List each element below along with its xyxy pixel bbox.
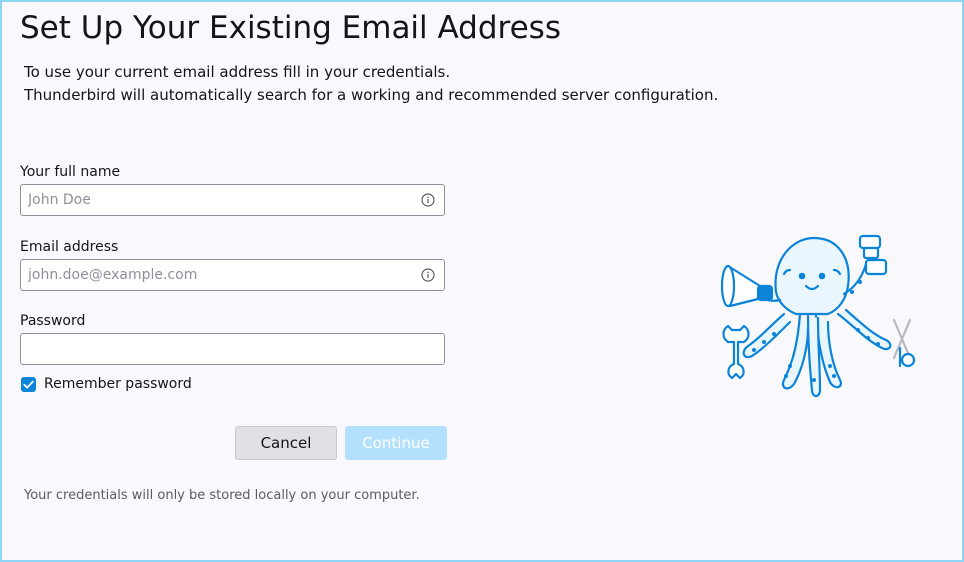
full-name-field-box: [20, 184, 445, 216]
intro-line-1: To use your current email address fill i…: [24, 63, 451, 81]
password-input[interactable]: [21, 334, 444, 364]
cancel-button[interactable]: Cancel: [235, 426, 337, 460]
email-field-box: [20, 259, 445, 291]
account-setup-panel: Set Up Your Existing Email Address To us…: [0, 0, 964, 562]
page-title: Set Up Your Existing Email Address: [20, 10, 561, 46]
password-field-box: [20, 333, 445, 365]
password-label: Password: [20, 313, 86, 329]
octopus-mascot: [720, 234, 916, 398]
full-name-input[interactable]: [21, 185, 444, 215]
remember-password-label[interactable]: Remember password: [44, 376, 192, 392]
intro-line-2: Thunderbird will automatically search fo…: [24, 86, 719, 104]
checkmark-icon: [23, 380, 34, 389]
info-icon[interactable]: [421, 193, 435, 207]
email-label: Email address: [20, 239, 119, 255]
continue-button[interactable]: Continue: [345, 426, 447, 460]
credentials-footnote: Your credentials will only be stored loc…: [24, 488, 420, 503]
intro-text: To use your current email address fill i…: [24, 61, 718, 107]
email-input[interactable]: [21, 260, 444, 290]
full-name-label: Your full name: [20, 164, 121, 180]
remember-password-checkbox[interactable]: [21, 377, 36, 392]
info-icon[interactable]: [421, 268, 435, 282]
